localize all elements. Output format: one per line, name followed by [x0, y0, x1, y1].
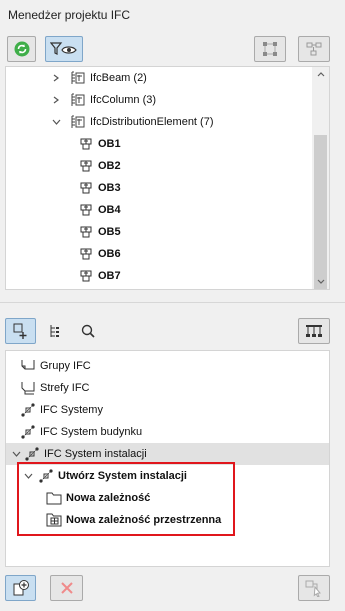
system-icon [20, 402, 36, 418]
tree-child-item[interactable]: OB6 [6, 243, 329, 265]
tree-child-label: OB3 [98, 182, 121, 194]
distribution-element-icon [78, 136, 94, 152]
tab-hierarchy[interactable] [41, 318, 69, 344]
refresh-button[interactable] [7, 36, 36, 62]
tree-item-label: IfcDistributionElement (7) [90, 116, 214, 128]
tree-item-label: Grupy IFC [40, 360, 91, 372]
tab-search[interactable] [74, 318, 102, 344]
tree-child-label: OB4 [98, 204, 121, 216]
tree-item-label: IFC System budynku [40, 426, 143, 438]
window-title: Menedżer projektu IFC [8, 8, 131, 22]
chevron-right-icon[interactable] [50, 94, 62, 106]
tree-item-label: IfcColumn (3) [90, 94, 157, 106]
hierarchy-icon [50, 325, 59, 337]
scrollbar-thumb[interactable] [314, 135, 327, 289]
tree-child-label: OB1 [98, 138, 121, 150]
distribution-element-icon [78, 202, 94, 218]
add-new-icon [13, 580, 29, 596]
distribution-element-icon [78, 246, 94, 262]
filter-view-button[interactable] [45, 36, 83, 62]
tree-item-label: IfcBeam (2) [90, 72, 147, 84]
tree-child-item[interactable]: OB2 [6, 155, 329, 177]
tab-add-element[interactable] [5, 318, 36, 344]
node-structure-button[interactable] [254, 36, 286, 62]
add-element-icon [13, 323, 26, 339]
tree-child-item[interactable]: OB3 [6, 177, 329, 199]
assign-icon [305, 580, 321, 597]
chevron-down-icon[interactable] [10, 448, 22, 460]
assign-button[interactable] [298, 575, 330, 601]
node-link-icon [306, 42, 322, 56]
tree-item-label: IFC Systemy [40, 404, 103, 416]
tree-child-item[interactable]: OB4 [6, 199, 329, 221]
node-structure-icon [263, 42, 277, 56]
tree-child-label: OB6 [98, 248, 121, 260]
tree-item-ifcbeam[interactable]: IfcBeam (2) [6, 67, 329, 89]
ifc-class-icon [70, 114, 86, 130]
distribution-element-icon [78, 180, 94, 196]
tree-item-label: IFC System instalacji [44, 448, 147, 460]
node-link-button[interactable] [298, 36, 330, 62]
highlight-box [17, 462, 235, 536]
system-icon [24, 446, 40, 462]
scroll-up-arrow-icon[interactable] [312, 67, 329, 81]
group-icon [20, 358, 36, 374]
zone-icon [20, 380, 36, 396]
delete-button[interactable] [50, 575, 83, 601]
tree-item-ifcdistributionelement[interactable]: IfcDistributionElement (7) [6, 111, 329, 133]
tree-child-item[interactable]: OB1 [6, 133, 329, 155]
chevron-down-icon[interactable] [50, 116, 62, 128]
search-icon [81, 324, 95, 338]
tree-child-label: OB2 [98, 160, 121, 172]
filter-eye-icon [50, 42, 77, 55]
ifc-class-icon [70, 70, 86, 86]
tree-item-grupy-ifc[interactable]: Grupy IFC [6, 355, 329, 377]
ifc-class-icon [70, 92, 86, 108]
tree-child-item[interactable]: OB7 [6, 265, 329, 287]
chevron-right-icon[interactable] [50, 72, 62, 84]
tree-child-label: OB7 [98, 270, 121, 282]
tree-item-strefy-ifc[interactable]: Strefy IFC [6, 377, 329, 399]
scroll-down-arrow-icon[interactable] [312, 275, 329, 289]
tree-structure-icon [306, 325, 322, 337]
tree-structure-button[interactable] [298, 318, 330, 344]
delete-icon [60, 582, 73, 594]
tree-item-ifc-system-budynku[interactable]: IFC System budynku [6, 421, 329, 443]
distribution-element-icon [78, 224, 94, 240]
distribution-element-icon [78, 268, 94, 284]
tree-child-label: OB5 [98, 226, 121, 238]
system-icon [20, 424, 36, 440]
tree-child-item[interactable]: OB5 [6, 221, 329, 243]
tree-item-ifc-systemy[interactable]: IFC Systemy [6, 399, 329, 421]
tree-item-label: Strefy IFC [40, 382, 90, 394]
tree-item-ifccolumn[interactable]: IfcColumn (3) [6, 89, 329, 111]
pane-divider[interactable] [0, 302, 345, 303]
refresh-icon [14, 41, 29, 57]
vertical-scrollbar[interactable] [312, 67, 329, 289]
add-new-button[interactable] [5, 575, 36, 601]
ifc-element-tree: IfcBeam (2) IfcColumn (3) IfcDistributio… [5, 66, 330, 290]
distribution-element-icon [78, 158, 94, 174]
